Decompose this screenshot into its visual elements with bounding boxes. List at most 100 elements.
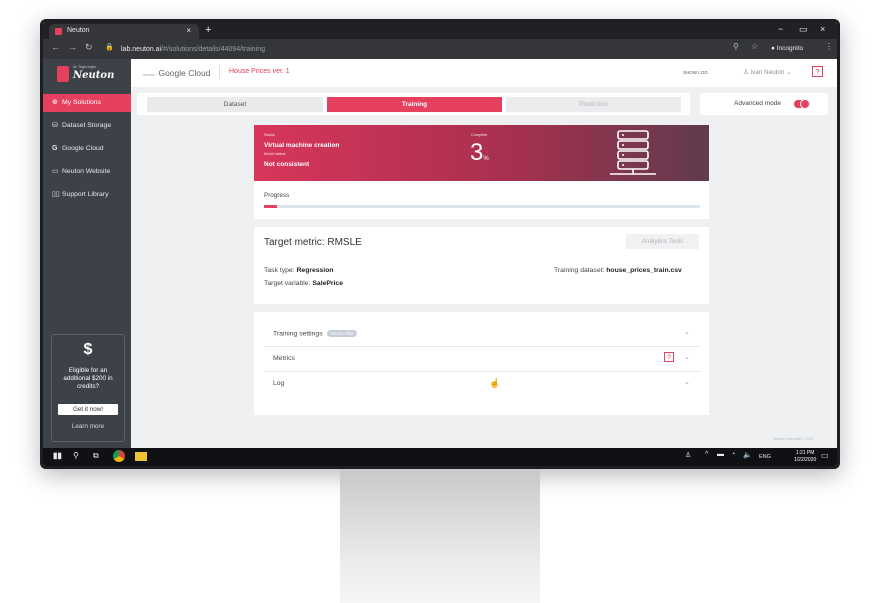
progress-bar bbox=[264, 205, 700, 208]
tab-title: Neuton bbox=[67, 27, 90, 34]
user-icon: ♙ bbox=[743, 69, 749, 76]
monitor-frame: Neuton × + − ▭ × ← → ↻ 🔒 lab.neuton.ai/#… bbox=[40, 19, 840, 469]
sidebar-item-neuton-website[interactable]: ▭ Neuton Website bbox=[43, 163, 131, 181]
minimize-icon[interactable]: − bbox=[778, 24, 783, 34]
task-view-icon[interactable]: ⧉ bbox=[93, 451, 99, 461]
target-metric-value: RMSLE bbox=[327, 237, 362, 248]
star-icon[interactable]: ☆ bbox=[751, 42, 758, 51]
brand-name: Google Cloud bbox=[158, 68, 211, 78]
sidebar-item-label: My Solutions bbox=[62, 99, 101, 106]
monitor-stand bbox=[340, 469, 540, 603]
chrome-icon[interactable] bbox=[113, 450, 125, 462]
complete-label: Complete bbox=[471, 133, 488, 137]
training-settings-row[interactable]: Training settings Neuton flex ⌄ bbox=[264, 322, 700, 347]
taskbar-clock[interactable]: 1:21 PM 1/22/2020 bbox=[794, 450, 816, 464]
show-log-button[interactable]: SHOW LOG bbox=[683, 70, 708, 75]
progress-card bbox=[254, 181, 709, 219]
incognito-label: Incognito bbox=[776, 45, 804, 52]
toggle-knob bbox=[800, 99, 810, 109]
get-it-now-button[interactable]: Get it now! bbox=[58, 404, 118, 415]
file-explorer-icon[interactable] bbox=[135, 452, 147, 461]
credits-promo: $ Eligible for an additional $200 in cre… bbox=[51, 334, 125, 442]
notifications-icon[interactable]: ▭ bbox=[821, 451, 829, 460]
metrics-label: Metrics bbox=[273, 355, 295, 362]
training-dataset-value: house_prices_train.csv bbox=[606, 267, 682, 274]
status-value: Virtual machine creation bbox=[264, 142, 340, 149]
close-window-icon[interactable]: × bbox=[820, 24, 825, 34]
battery-icon[interactable]: ▬ bbox=[717, 451, 724, 458]
mouse-cursor-icon: ☝ bbox=[489, 378, 501, 388]
people-icon[interactable]: ♙ bbox=[685, 451, 691, 459]
sidebar-item-label: Support Library bbox=[62, 191, 109, 198]
progress-fill bbox=[264, 205, 277, 208]
lock-icon: 🔒 bbox=[105, 44, 114, 51]
status-banner: Status Virtual machine creation Model st… bbox=[254, 125, 709, 181]
reload-icon[interactable]: ↻ bbox=[85, 42, 93, 53]
chevron-down-icon: ⌄ bbox=[786, 69, 792, 76]
analytics-tools-button[interactable]: Analytics Tools bbox=[626, 234, 699, 249]
incognito-indicator[interactable]: ● Incognito bbox=[771, 42, 803, 55]
url-field[interactable]: lab.neuton.ai/#/solutions/details/44094/… bbox=[121, 43, 771, 56]
training-dataset-label: Training dataset: bbox=[554, 267, 605, 274]
sidebar-item-dataset-storage[interactable]: ⛁ Dataset Storage bbox=[43, 117, 131, 135]
project-name[interactable]: House Prices ver. 1 bbox=[229, 68, 290, 75]
maximize-icon[interactable]: ▭ bbox=[799, 24, 808, 35]
language-indicator[interactable]: ENG bbox=[759, 454, 771, 460]
task-type: Task type: Regression bbox=[264, 267, 334, 274]
tray-chevron-icon[interactable]: ^ bbox=[705, 451, 708, 458]
windows-start-icon[interactable]: ▮▮ bbox=[53, 451, 62, 460]
complete-value: 3 bbox=[470, 139, 484, 166]
url-path: /#/solutions/details/44094/training bbox=[161, 46, 265, 53]
volume-icon[interactable]: 🔈 bbox=[743, 451, 752, 459]
new-tab-button[interactable]: + bbox=[205, 24, 211, 36]
clock-date: 1/22/2020 bbox=[794, 457, 817, 463]
help-button[interactable]: ? bbox=[812, 66, 823, 77]
zoom-icon[interactable]: ⚲ bbox=[733, 42, 739, 51]
logo-mark-icon bbox=[57, 66, 69, 82]
status-badge: Neuton flex bbox=[326, 330, 358, 337]
metrics-help-button[interactable]: ? bbox=[664, 352, 674, 362]
task-type-label: Task type: bbox=[264, 267, 295, 274]
complete-unit: % bbox=[483, 156, 489, 162]
learn-more-link[interactable]: Learn more bbox=[52, 423, 124, 430]
sidebar-item-label: Google Cloud bbox=[62, 145, 104, 152]
sidebar-item-support-library[interactable]: ▯▯ Support Library bbox=[43, 186, 131, 204]
model-status-value: Not consistent bbox=[264, 161, 310, 168]
target-variable: Target variable: SalePrice bbox=[264, 280, 343, 287]
metrics-row[interactable]: Metrics ? ⌄ bbox=[264, 347, 700, 372]
task-type-value: Regression bbox=[296, 267, 334, 274]
google-cloud-brand: neuron Google Cloud bbox=[143, 68, 210, 78]
progress-label: Progress bbox=[264, 192, 290, 199]
browser-tab[interactable]: Neuton × bbox=[49, 24, 199, 39]
logo-tagline: An Tegin Ingiin bbox=[73, 65, 96, 69]
advanced-mode-toggle[interactable] bbox=[794, 99, 810, 109]
user-menu[interactable]: ♙ Ivan Neuton ⌄ bbox=[743, 69, 791, 76]
tab-close-icon[interactable]: × bbox=[186, 26, 191, 35]
chevron-down-icon: ⌄ bbox=[684, 379, 690, 386]
incognito-icon: ● bbox=[771, 45, 775, 52]
target-metric-label: Target metric: bbox=[264, 237, 325, 248]
training-settings-label: Training settings Neuton flex bbox=[273, 330, 358, 337]
step-training[interactable]: Training bbox=[327, 97, 502, 112]
chevron-down-icon: ⌄ bbox=[684, 354, 690, 361]
complete-percent: 3% bbox=[470, 141, 489, 171]
model-status-label: Model status bbox=[264, 152, 286, 156]
sidebar-item-label: Dataset Storage bbox=[62, 122, 112, 129]
sidebar-item-label: Neuton Website bbox=[62, 168, 111, 175]
back-icon[interactable]: ← bbox=[51, 42, 60, 52]
wifi-icon[interactable]: ◔ bbox=[731, 451, 735, 458]
favicon-icon bbox=[55, 28, 62, 35]
target-variable-value: SalePrice bbox=[312, 280, 343, 287]
sidebar-item-google-cloud[interactable]: G Google Cloud bbox=[43, 140, 131, 158]
server-icon bbox=[610, 130, 656, 175]
menu-icon[interactable]: ⋮ bbox=[825, 42, 833, 51]
log-row[interactable]: Log ⌄ bbox=[264, 372, 700, 396]
log-label: Log bbox=[273, 380, 285, 387]
search-icon[interactable]: ⚲ bbox=[73, 451, 79, 460]
logo-text: Neuton bbox=[73, 70, 115, 81]
chevron-down-icon: ⌄ bbox=[684, 329, 690, 336]
forward-icon[interactable]: → bbox=[68, 42, 77, 52]
solutions-icon: ⊕ bbox=[52, 99, 58, 106]
step-dataset[interactable]: Dataset bbox=[147, 97, 323, 112]
sidebar-item-my-solutions[interactable]: ⊕ My Solutions bbox=[43, 94, 131, 112]
